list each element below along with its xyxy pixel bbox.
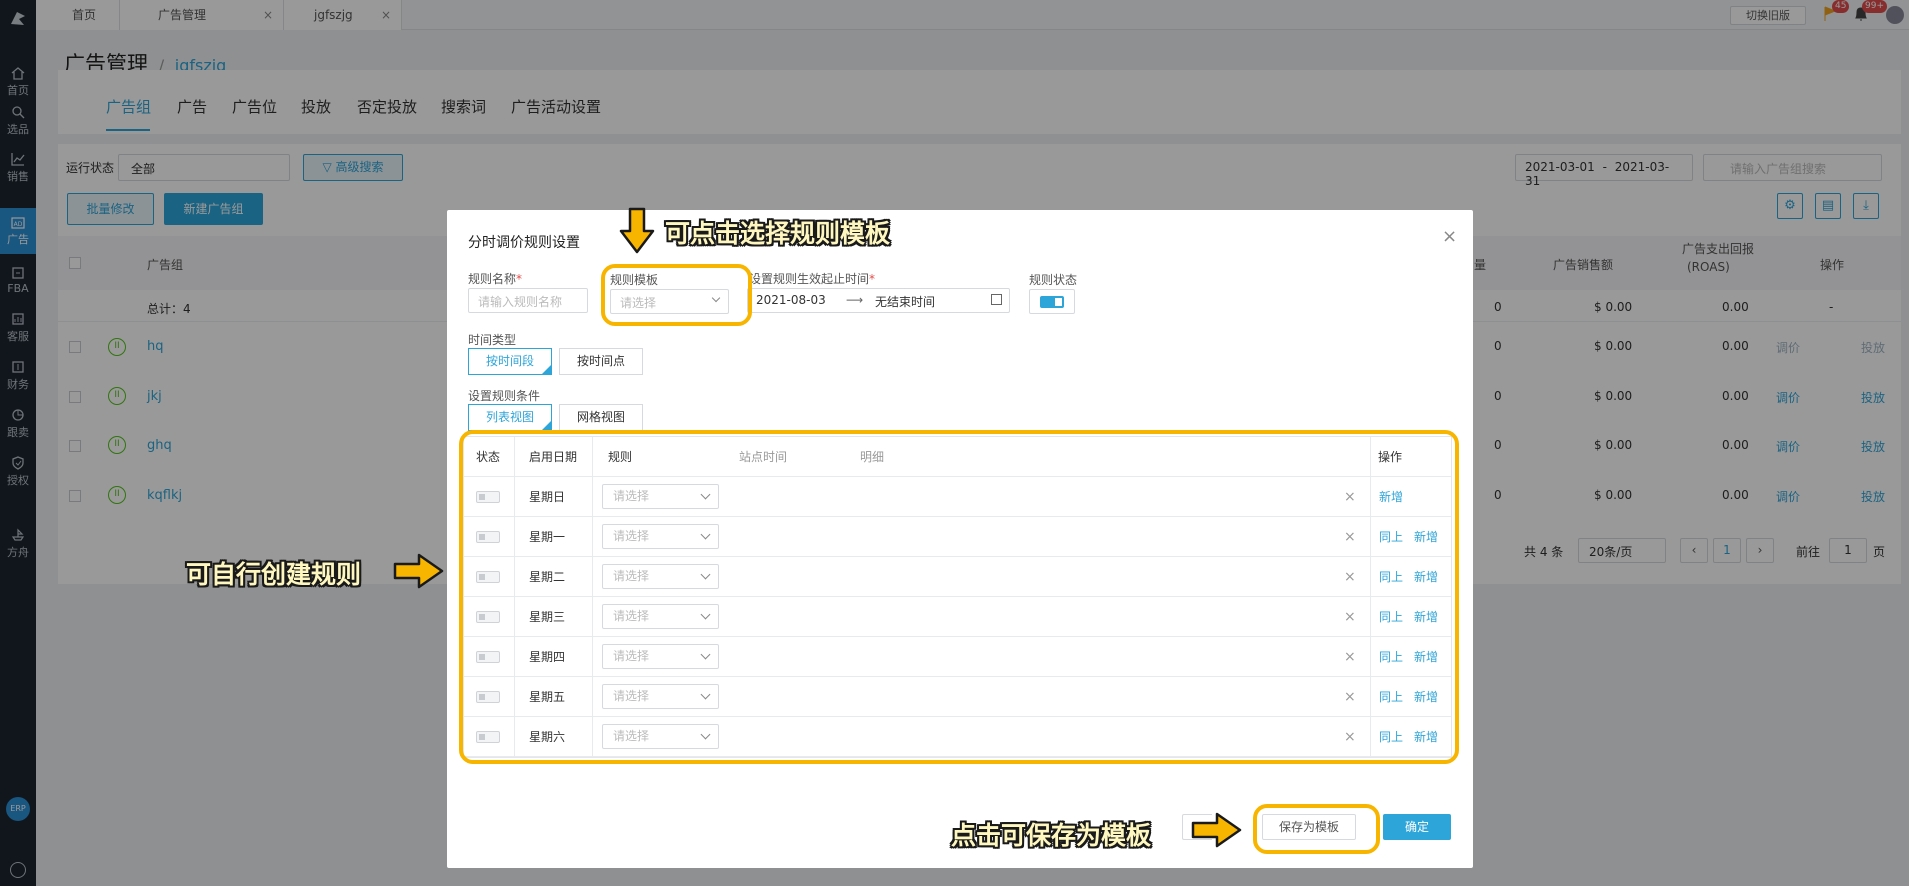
template-hint-callout: 可点击选择规则模板 bbox=[665, 219, 891, 248]
time-type-period-option[interactable]: 按时间段 bbox=[468, 348, 552, 375]
confirm-button[interactable]: 确定 bbox=[1383, 814, 1451, 840]
right-arrow-icon bbox=[393, 552, 445, 590]
time-type-point-option[interactable]: 按时间点 bbox=[559, 348, 643, 375]
time-type-label: 时间类型 bbox=[468, 333, 517, 347]
right-arrow-icon bbox=[1191, 811, 1243, 849]
rule-status-label: 规则状态 bbox=[1029, 273, 1078, 287]
period-label: 设置规则生效起止时间* bbox=[749, 272, 876, 286]
period-arrow: ⟶ bbox=[846, 293, 864, 307]
close-icon[interactable]: × bbox=[1442, 226, 1457, 247]
template-highlight-box bbox=[601, 264, 752, 326]
toggle-knob bbox=[1055, 298, 1062, 306]
period-end: 无结束时间 bbox=[875, 295, 936, 309]
save-template-highlight-box bbox=[1253, 804, 1380, 854]
list-view-option[interactable]: 列表视图 bbox=[468, 404, 552, 431]
period-range-picker[interactable]: 2021-08-03 ⟶ 无结束时间 bbox=[747, 288, 1010, 313]
modal-title: 分时调价规则设置 bbox=[468, 235, 580, 251]
create-hint-callout: 可自行创建规则 bbox=[186, 560, 362, 589]
grid-view-option[interactable]: 网格视图 bbox=[559, 404, 643, 431]
rule-name-label-text: 规则名称 bbox=[468, 272, 517, 286]
save-hint-callout: 点击可保存为模板 bbox=[951, 821, 1152, 850]
rule-name-label: 规则名称* bbox=[468, 272, 523, 286]
condition-label: 设置规则条件 bbox=[468, 389, 541, 403]
calendar-icon bbox=[991, 294, 1002, 305]
period-start: 2021-08-03 bbox=[756, 293, 826, 307]
down-arrow-icon bbox=[618, 207, 656, 255]
rule-status-toggle[interactable] bbox=[1029, 289, 1075, 314]
rule-name-input[interactable]: 请输入规则名称 bbox=[468, 288, 588, 313]
period-label-text: 设置规则生效起止时间 bbox=[749, 272, 870, 286]
rule-table-highlight-box bbox=[459, 430, 1459, 764]
